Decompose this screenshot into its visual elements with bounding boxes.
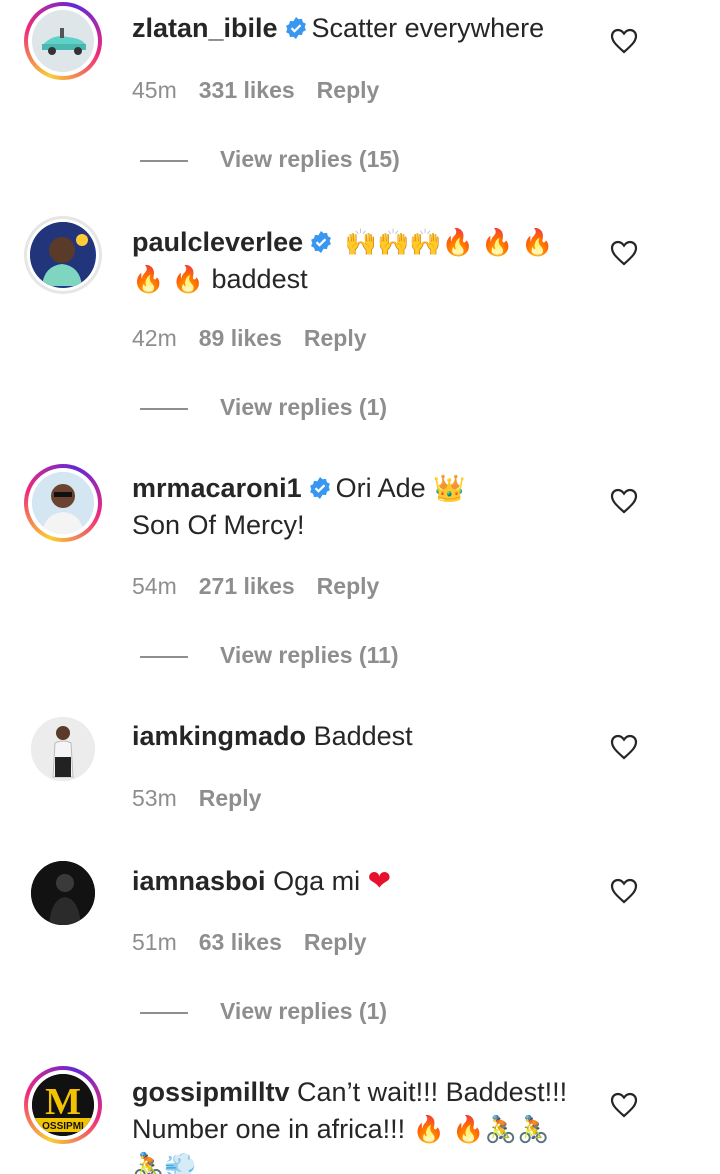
- avatar[interactable]: M OSSIPMI: [24, 1066, 102, 1144]
- avatar[interactable]: [24, 710, 102, 788]
- comment-time: 51m: [132, 929, 177, 955]
- fire-emoji-icon: 🔥 🔥 🔥: [441, 227, 554, 257]
- logo-letter: M: [45, 1081, 81, 1123]
- comment-text-line2: Son Of Mercy!: [132, 510, 305, 540]
- comment-text: Scatter everywhere: [311, 13, 545, 43]
- cyclist-emoji-icon: 🚴: [132, 1151, 165, 1174]
- verified-badge-icon: [309, 477, 330, 499]
- like-heart-icon[interactable]: [610, 878, 638, 904]
- comment-username[interactable]: paulcleverlee: [132, 227, 303, 257]
- reply-button[interactable]: Reply: [304, 929, 367, 955]
- person-photo-icon: [30, 222, 96, 288]
- logo-subtext: OSSIPMI: [42, 1121, 84, 1132]
- view-replies-button[interactable]: View replies (1): [140, 393, 387, 421]
- reply-button[interactable]: Reply: [304, 325, 367, 351]
- divider: [140, 1011, 188, 1014]
- comment-text: Can’t wait!!! Baddest!!!: [297, 1077, 568, 1107]
- comment-username[interactable]: iamnasboi: [132, 866, 266, 896]
- divider: [140, 159, 188, 162]
- reply-button[interactable]: Reply: [199, 785, 262, 811]
- dash-emoji-icon: 💨: [164, 1151, 197, 1174]
- car-photo-icon: [32, 10, 94, 72]
- comment-text: Baddest: [313, 721, 413, 751]
- person-photo-icon: [32, 472, 94, 534]
- like-heart-icon[interactable]: [610, 734, 638, 760]
- view-replies-button[interactable]: View replies (1): [140, 997, 387, 1025]
- comment-username[interactable]: gossipmilltv: [132, 1077, 290, 1107]
- like-heart-icon[interactable]: [610, 240, 638, 266]
- avatar[interactable]: [24, 464, 102, 542]
- verified-badge-icon: [311, 231, 332, 253]
- comment-text: Oga mi: [273, 866, 361, 896]
- fire-emoji-icon: 🔥 🔥: [412, 1114, 485, 1144]
- comment-username[interactable]: iamkingmado: [132, 721, 306, 751]
- divider: [140, 407, 188, 410]
- like-heart-icon[interactable]: [610, 28, 638, 54]
- person-photo-icon: [31, 861, 95, 925]
- view-replies-button[interactable]: View replies (15): [140, 145, 400, 173]
- divider: [140, 655, 188, 658]
- comment-username[interactable]: mrmacaroni1: [132, 473, 302, 503]
- comment-likes[interactable]: 89 likes: [199, 325, 282, 351]
- reply-button[interactable]: Reply: [317, 77, 380, 103]
- avatar[interactable]: [24, 216, 102, 294]
- comment-text-line2: Number one in africa!!!: [132, 1114, 406, 1144]
- cyclist-emoji-icon: 🚴🚴: [484, 1114, 550, 1144]
- comment-likes[interactable]: 63 likes: [199, 929, 282, 955]
- like-heart-icon[interactable]: [610, 1092, 638, 1118]
- red-heart-emoji-icon: ❤: [367, 865, 392, 896]
- avatar[interactable]: [24, 2, 102, 80]
- comment-time: 53m: [132, 785, 177, 811]
- avatar[interactable]: [24, 854, 102, 932]
- crown-emoji-icon: 👑: [433, 473, 466, 503]
- comment-likes[interactable]: 331 likes: [199, 77, 295, 103]
- like-heart-icon[interactable]: [610, 488, 638, 514]
- raised-hands-emoji-icon: 🙌🙌🙌: [344, 227, 442, 257]
- verified-badge-icon: [285, 17, 306, 39]
- comment-likes[interactable]: 271 likes: [199, 573, 295, 599]
- comment-time: 54m: [132, 573, 177, 599]
- comment-text: Ori Ade: [335, 473, 426, 503]
- logo-m-icon: M OSSIPMI: [32, 1074, 94, 1136]
- comment-time: 42m: [132, 325, 177, 351]
- view-replies-button[interactable]: View replies (11): [140, 641, 399, 669]
- reply-button[interactable]: Reply: [317, 573, 380, 599]
- person-photo-icon: [31, 717, 95, 781]
- comment-text: baddest: [211, 264, 308, 294]
- comment-username[interactable]: zlatan_ibile: [132, 13, 278, 43]
- fire-emoji-icon: 🔥 🔥: [132, 264, 204, 294]
- comment-time: 45m: [132, 77, 177, 103]
